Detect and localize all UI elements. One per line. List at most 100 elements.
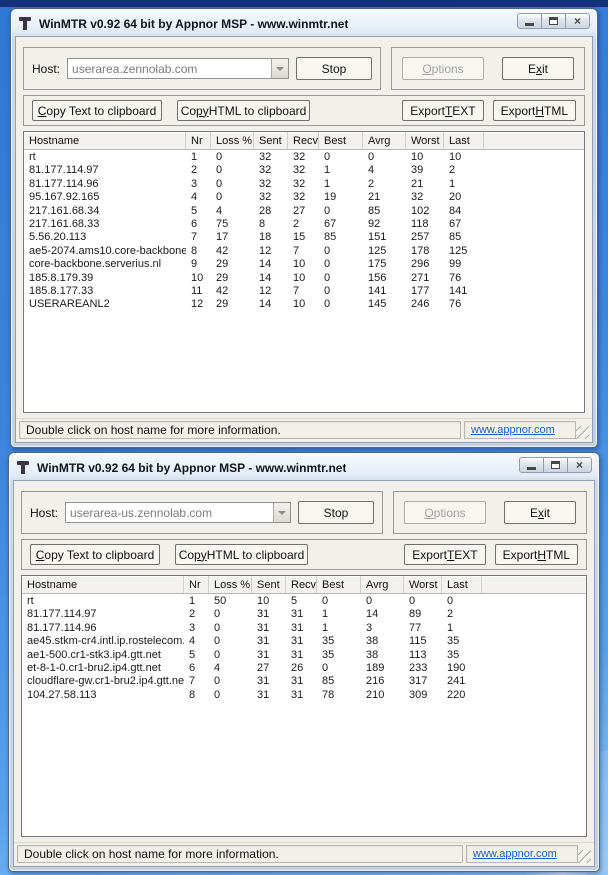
table-row[interactable]: 81.177.114.96 3 0 32 32 1 2 21 1 bbox=[24, 178, 584, 191]
table-row[interactable]: 217.161.68.34 5 4 28 27 0 85 102 84 bbox=[24, 205, 584, 218]
options-button[interactable]: Options bbox=[404, 501, 486, 524]
winmtr-app-icon[interactable] bbox=[16, 460, 31, 475]
copy-text-button[interactable]: Copy Text to clipboard bbox=[30, 544, 160, 565]
table-row[interactable]: 217.161.68.33 6 75 8 2 67 92 118 67 bbox=[24, 218, 584, 231]
close-button[interactable]: × bbox=[567, 457, 592, 473]
column-header-hostname[interactable]: Hostname bbox=[24, 132, 186, 149]
restore-button[interactable] bbox=[541, 13, 566, 29]
column-header-filler bbox=[484, 132, 584, 149]
copy-html-button[interactable]: Co py HTML to clipboard bbox=[175, 544, 308, 565]
column-header-loss-[interactable]: Loss % bbox=[209, 576, 252, 593]
winmtr-app-icon[interactable] bbox=[18, 16, 33, 31]
export-html-button[interactable]: Export H TML bbox=[492, 100, 576, 121]
titlebar[interactable]: WinMTR v0.92 64 bit by Appnor MSP - www.… bbox=[13, 453, 595, 480]
table-cell: 271 bbox=[411, 271, 430, 284]
table-row[interactable]: cloudflare-gw.cr1-bru2.ip4.gtt.net 7 0 31 31… bbox=[22, 675, 586, 688]
column-header-last[interactable]: Last bbox=[442, 576, 482, 593]
stop-button[interactable]: Stop bbox=[296, 57, 372, 80]
appnor-link[interactable]: www.appnor.com bbox=[471, 424, 555, 436]
table-row[interactable]: 5.56.20.113 7 17 18 15 85 151 257 85 bbox=[24, 231, 584, 244]
table-cell: 4 bbox=[189, 635, 196, 648]
host-combobox-value[interactable]: userarea.zennolab.com bbox=[68, 59, 271, 78]
table-cell: 5.56.20.113 bbox=[29, 231, 87, 244]
table-row[interactable]: ae45.stkm-cr4.intl.ip.rostelecom.ru 4 0 31 3… bbox=[22, 635, 586, 648]
table-row[interactable]: ae5-2074.ams10.core-backbone.com 8 42 12 7 0 1… bbox=[24, 245, 584, 258]
window-title: WinMTR v0.92 64 bit by Appnor MSP - www.… bbox=[39, 16, 349, 31]
table-row[interactable]: rt 1 0 32 32 0 0 10 10 bbox=[24, 151, 584, 164]
table-row[interactable]: ae1-500.cr1-stk3.ip4.gtt.net 5 0 31 31 35 38 11… bbox=[22, 649, 586, 662]
column-header-sent[interactable]: Sent bbox=[252, 576, 286, 593]
table-row[interactable]: 81.177.114.97 2 0 31 31 1 14 89 2 bbox=[22, 608, 586, 621]
table-cell: 21 bbox=[411, 177, 424, 190]
table-row[interactable]: 81.177.114.97 2 0 32 32 1 4 39 2 bbox=[24, 164, 584, 177]
restore-button[interactable] bbox=[543, 457, 568, 473]
table-cell: 95.167.92.165 bbox=[29, 191, 100, 204]
column-header-loss-[interactable]: Loss % bbox=[211, 132, 254, 149]
table-cell: 5 bbox=[291, 595, 298, 607]
table-row[interactable]: rt 1 50 10 5 0 0 0 0 bbox=[22, 595, 586, 608]
column-header-avrg[interactable]: Avrg bbox=[363, 132, 406, 149]
column-header-hostname[interactable]: Hostname bbox=[22, 576, 184, 593]
column-header-worst[interactable]: Worst bbox=[406, 132, 444, 149]
column-header-worst[interactable]: Worst bbox=[404, 576, 442, 593]
table-row[interactable]: et-8-1-0.cr1-bru2.ip4.gtt.net 6 4 27 26 0 189 2… bbox=[22, 662, 586, 675]
table-row[interactable]: core-backbone.serverius.nl 9 29 14 10 0 175 296… bbox=[24, 258, 584, 271]
close-button[interactable]: × bbox=[565, 13, 590, 29]
table-row[interactable]: 185.8.177.33 11 42 12 7 0 141 177 141 bbox=[24, 285, 584, 298]
host-combobox[interactable]: userarea-us.zennolab.com bbox=[65, 502, 291, 523]
table-cell: 20 bbox=[449, 191, 462, 204]
table-row[interactable]: 95.167.92.165 4 0 32 32 19 21 32 20 bbox=[24, 191, 584, 204]
table-cell: 18 bbox=[259, 231, 272, 244]
copy-text-button[interactable]: Copy Text to clipboard bbox=[32, 100, 162, 121]
label-fragment: C bbox=[35, 547, 45, 562]
label-fragment: HTML to clipboard bbox=[206, 547, 305, 562]
export-text-button[interactable]: Export T EXT bbox=[404, 544, 486, 565]
desktop-top-band bbox=[0, 0, 608, 7]
table-cell: 10 bbox=[191, 271, 204, 284]
table-cell: 0 bbox=[324, 298, 331, 311]
column-header-nr[interactable]: Nr bbox=[184, 576, 209, 593]
window-title: WinMTR v0.92 64 bit by Appnor MSP - www.… bbox=[37, 460, 347, 475]
table-cell: 216 bbox=[366, 675, 385, 688]
table-row[interactable]: 185.8.179.39 10 29 14 10 0 156 271 76 bbox=[24, 272, 584, 285]
table-cell: 10 bbox=[293, 258, 306, 271]
column-header-avrg[interactable]: Avrg bbox=[361, 576, 404, 593]
table-cell: 241 bbox=[447, 675, 466, 688]
column-header-best[interactable]: Best bbox=[317, 576, 361, 593]
host-combobox-value[interactable]: userarea-us.zennolab.com bbox=[66, 503, 273, 522]
table-row[interactable]: USERAREANL2 12 29 14 10 0 145 246 76 bbox=[24, 298, 584, 311]
table-cell: 32 bbox=[259, 151, 272, 163]
column-header-recv[interactable]: Recv bbox=[286, 576, 317, 593]
table-cell: 156 bbox=[368, 271, 387, 284]
table-cell: 4 bbox=[191, 191, 198, 204]
close-icon: × bbox=[575, 458, 583, 472]
exit-button[interactable]: Ex it bbox=[502, 57, 574, 80]
host-dropdown-button[interactable] bbox=[273, 503, 290, 522]
appnor-link[interactable]: www.appnor.com bbox=[473, 848, 557, 860]
titlebar[interactable]: WinMTR v0.92 64 bit by Appnor MSP - www.… bbox=[15, 9, 593, 36]
resize-grip[interactable] bbox=[578, 850, 591, 863]
exit-button[interactable]: Ex it bbox=[504, 501, 576, 524]
options-button[interactable]: Options bbox=[402, 57, 484, 80]
host-dropdown-button[interactable] bbox=[271, 59, 288, 78]
export-html-button[interactable]: Export H TML bbox=[494, 544, 578, 565]
table-row[interactable]: 81.177.114.96 3 0 31 31 1 3 77 1 bbox=[22, 622, 586, 635]
column-header-recv[interactable]: Recv bbox=[288, 132, 319, 149]
column-header-best[interactable]: Best bbox=[319, 132, 363, 149]
table-cell: 185.8.177.33 bbox=[29, 284, 94, 297]
column-header-nr[interactable]: Nr bbox=[186, 132, 211, 149]
table-row[interactable]: 104.27.58.113 8 0 31 31 78 210 309 220 bbox=[22, 689, 586, 702]
host-combobox[interactable]: userarea.zennolab.com bbox=[67, 58, 289, 79]
column-header-last[interactable]: Last bbox=[444, 132, 484, 149]
minimize-button[interactable] bbox=[517, 13, 542, 29]
table-cell: 32 bbox=[293, 177, 306, 190]
column-header-sent[interactable]: Sent bbox=[254, 132, 288, 149]
copy-html-button[interactable]: Co py HTML to clipboard bbox=[177, 100, 310, 121]
table-cell: 67 bbox=[324, 217, 337, 230]
minimize-button[interactable] bbox=[519, 457, 544, 473]
export-text-button[interactable]: Export T EXT bbox=[402, 100, 484, 121]
stop-button[interactable]: Stop bbox=[298, 501, 374, 524]
resize-grip[interactable] bbox=[576, 426, 589, 439]
table-cell: 81.177.114.97 bbox=[27, 608, 97, 621]
table-cell: 12 bbox=[259, 284, 272, 297]
